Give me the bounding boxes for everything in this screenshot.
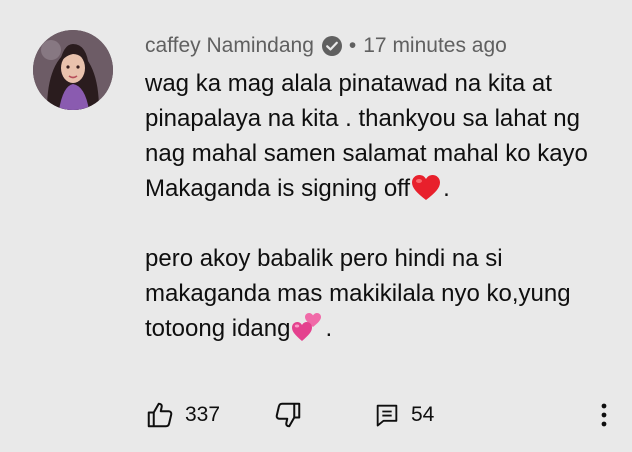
author-name[interactable]: caffey Namindang [145,33,314,59]
comment-paragraph-2: pero akoy babalik pero hindi na si makag… [145,241,605,346]
like-count: 337 [185,403,221,426]
verified-check-icon [321,35,343,57]
comment-text-1: wag ka mag alala pinatawad na kita at pi… [145,70,588,202]
comment-end-1: . [443,175,450,202]
timestamp[interactable]: 17 minutes ago [363,33,507,59]
more-vert-icon[interactable] [596,400,612,430]
thumbs-down-icon [273,400,303,430]
two-hearts-emoji [291,312,323,342]
comment-text-2: pero akoy babalik pero hindi na si makag… [145,245,571,342]
like-button[interactable]: 337 [145,395,220,435]
replies-button[interactable]: 54 [373,395,434,435]
comment-end-2: . [325,315,333,342]
reply-count: 54 [411,403,435,426]
comment-header: caffey Namindang • 17 minutes ago [145,33,507,59]
separator-dot: • [348,34,357,57]
comment-actions: 337 54 [145,395,632,435]
dislike-button[interactable] [273,395,303,435]
comment-icon [373,401,401,429]
comment-paragraph-1: wag ka mag alala pinatawad na kita at pi… [145,66,605,206]
comment-body: wag ka mag alala pinatawad na kita at pi… [145,66,605,346]
avatar[interactable] [33,30,113,110]
red-heart-emoji [411,174,441,202]
thumbs-up-icon [145,400,175,430]
